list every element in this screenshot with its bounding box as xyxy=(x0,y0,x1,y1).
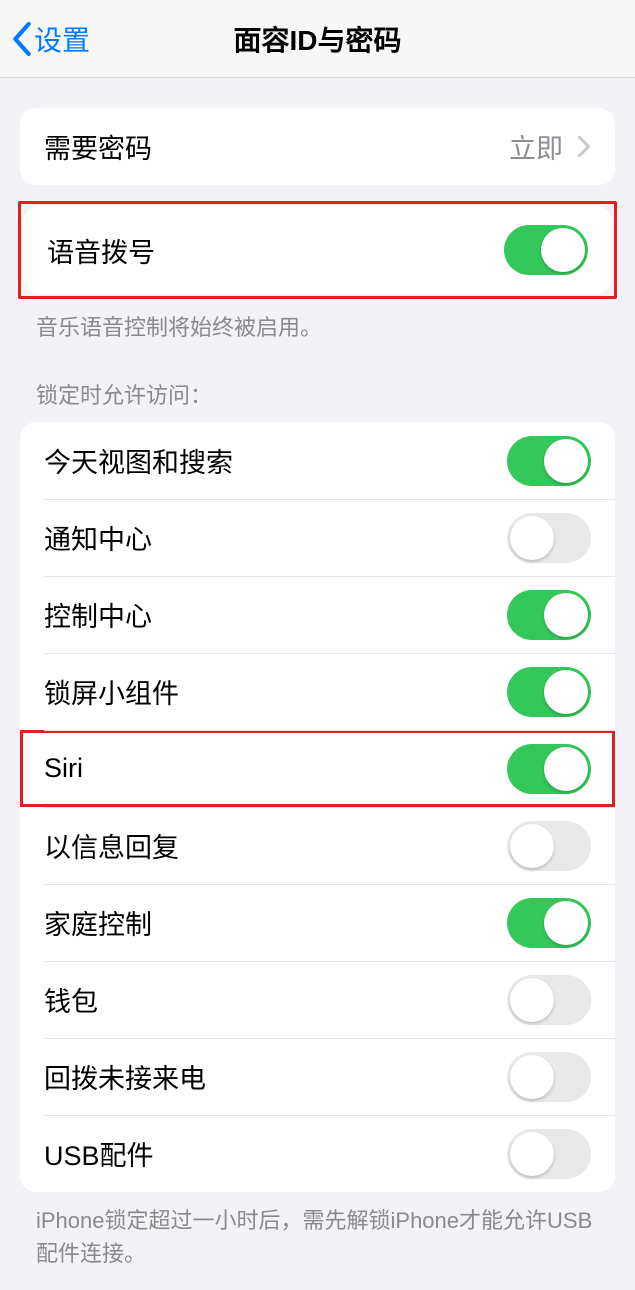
usb-accessories-row: USB配件 xyxy=(20,1115,615,1192)
voice-dial-label: 语音拨号 xyxy=(47,231,504,270)
control-center-label: 控制中心 xyxy=(44,595,507,634)
wallet-label: 钱包 xyxy=(44,980,507,1019)
lock-access-header: 锁定时允许访问： xyxy=(0,344,635,416)
callback-row: 回拨未接来电 xyxy=(20,1038,615,1115)
wallet-row: 钱包 xyxy=(20,961,615,1038)
usb-accessories-label: USB配件 xyxy=(44,1134,507,1173)
reply-message-row: 以信息回复 xyxy=(20,807,615,884)
chevron-right-icon xyxy=(577,135,591,158)
notification-center-row: 通知中心 xyxy=(20,499,615,576)
siri-row: Siri xyxy=(20,730,615,807)
lock-access-group: 今天视图和搜索 通知中心 控制中心 锁屏小组件 Siri 以信息回复 家庭控制 xyxy=(20,422,615,1192)
usb-footer: iPhone锁定超过一小时后，需先解锁iPhone才能允许USB配件连接。 xyxy=(0,1192,635,1290)
voice-dial-row: 语音拨号 xyxy=(23,206,612,294)
require-passcode-row[interactable]: 需要密码 立即 xyxy=(20,108,615,185)
lock-widgets-label: 锁屏小组件 xyxy=(44,672,507,711)
callback-label: 回拨未接来电 xyxy=(44,1057,507,1096)
reply-message-toggle[interactable] xyxy=(507,821,591,871)
lock-widgets-row: 锁屏小组件 xyxy=(20,653,615,730)
lock-widgets-toggle[interactable] xyxy=(507,667,591,717)
voice-dial-group: 语音拨号 xyxy=(23,206,612,294)
notification-center-label: 通知中心 xyxy=(44,518,507,557)
today-view-row: 今天视图和搜索 xyxy=(20,422,615,499)
require-passcode-label: 需要密码 xyxy=(44,127,509,166)
today-view-toggle[interactable] xyxy=(507,436,591,486)
chevron-left-icon xyxy=(12,22,32,56)
require-passcode-group: 需要密码 立即 xyxy=(20,108,615,185)
notification-center-toggle[interactable] xyxy=(507,513,591,563)
home-control-label: 家庭控制 xyxy=(44,903,507,942)
toggle-knob xyxy=(541,228,585,272)
wallet-toggle[interactable] xyxy=(507,975,591,1025)
callback-toggle[interactable] xyxy=(507,1052,591,1102)
home-control-toggle[interactable] xyxy=(507,898,591,948)
today-view-label: 今天视图和搜索 xyxy=(44,441,507,480)
voice-dial-toggle[interactable] xyxy=(504,225,588,275)
page-title: 面容ID与密码 xyxy=(0,19,635,59)
back-button[interactable]: 设置 xyxy=(12,19,90,59)
control-center-toggle[interactable] xyxy=(507,590,591,640)
back-label: 设置 xyxy=(34,19,90,59)
require-passcode-value: 立即 xyxy=(509,127,563,166)
siri-label: Siri xyxy=(44,753,507,784)
home-control-row: 家庭控制 xyxy=(20,884,615,961)
voice-dial-highlight: 语音拨号 xyxy=(18,201,617,299)
reply-message-label: 以信息回复 xyxy=(44,826,507,865)
control-center-row: 控制中心 xyxy=(20,576,615,653)
navigation-bar: 设置 面容ID与密码 xyxy=(0,0,635,78)
siri-toggle[interactable] xyxy=(507,744,591,794)
usb-accessories-toggle[interactable] xyxy=(507,1129,591,1179)
voice-dial-footer: 音乐语音控制将始终被启用。 xyxy=(0,299,635,344)
